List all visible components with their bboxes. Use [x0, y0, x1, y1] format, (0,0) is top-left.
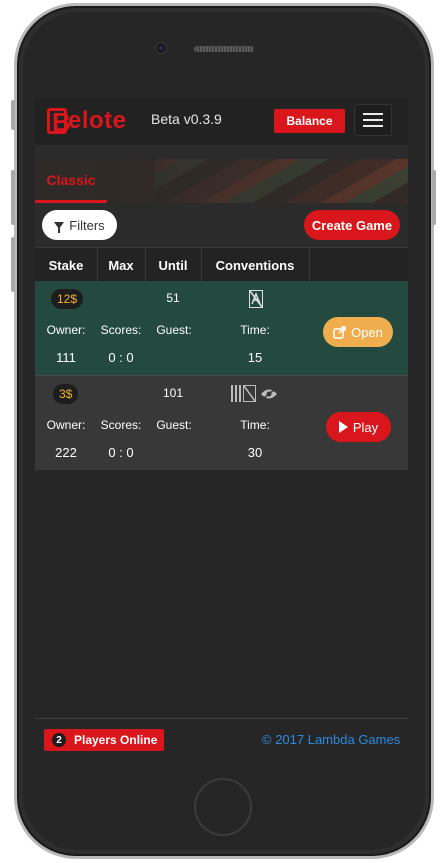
create-game-button[interactable]: Create Game — [304, 210, 400, 240]
table-header: Stake Max Until Conventions — [35, 247, 408, 282]
external-link-icon — [333, 325, 346, 339]
logo-text: elote — [68, 107, 127, 134]
until-value: 101 — [162, 386, 184, 400]
game-type-tabs: Classic — [35, 159, 408, 203]
table-row[interactable]: 3$ 101 Owner: Scores: Guest: Time: 222 0… — [35, 375, 408, 470]
filters-button[interactable]: Filters — [42, 210, 117, 240]
phone-home-button[interactable] — [194, 778, 252, 836]
version-label: Beta v0.3.9 — [151, 111, 222, 127]
menu-toggle-button[interactable] — [354, 104, 392, 136]
footer: 2 Players Online © 2017 Lambda Games — [35, 718, 408, 761]
eye-icon — [261, 388, 277, 400]
scores-label: Scores: — [100, 418, 142, 432]
phone-speaker — [194, 46, 254, 52]
logo-letter: B — [52, 107, 71, 137]
copyright-link[interactable]: © 2017 Lambda Games — [262, 732, 400, 747]
owner-value: 111 — [56, 350, 76, 365]
phone-camera — [155, 42, 167, 54]
time-value: 15 — [247, 350, 263, 365]
table-row[interactable]: 12$ 51 Owner: Scores: Guest: Time: 111 0… — [35, 281, 408, 375]
players-online-label: Players Online — [74, 733, 158, 747]
guest-label: Guest: — [156, 418, 192, 432]
header-conventions: Conventions — [215, 257, 295, 273]
logo-letter-box: B — [47, 108, 71, 136]
owner-value: 222 — [55, 445, 77, 460]
scores-label: Scores: — [100, 323, 142, 337]
play-game-button[interactable]: Play — [326, 412, 391, 442]
hamburger-icon-bar — [363, 125, 383, 127]
header-until: Until — [158, 257, 188, 273]
phone-volume-up — [11, 170, 15, 225]
open-label: Open — [351, 324, 383, 340]
open-game-button[interactable]: Open — [323, 317, 393, 347]
belote-logo[interactable]: B elote — [47, 106, 127, 136]
play-icon — [338, 421, 348, 433]
no-trump-icon — [243, 385, 256, 402]
filter-icon — [54, 221, 65, 233]
hamburger-icon-bar — [363, 113, 383, 115]
phone-side-button — [11, 100, 15, 130]
navbar: B elote Beta v0.3.9 Balance — [35, 97, 408, 145]
phone-power-button — [432, 170, 436, 225]
hamburger-icon-bar — [363, 119, 383, 121]
owner-label: Owner: — [46, 418, 86, 432]
no-trump-icon — [249, 290, 263, 308]
time-label: Time: — [240, 418, 270, 432]
owner-label: Owner: — [46, 323, 86, 337]
guest-label: Guest: — [156, 323, 192, 337]
stake-badge: 12$ — [51, 289, 84, 309]
tab-classic[interactable]: Classic — [35, 159, 107, 203]
game-list-empty-area — [35, 470, 408, 718]
scores-value: 0 : 0 — [108, 350, 134, 365]
balance-button[interactable]: Balance — [274, 109, 345, 133]
time-label: Time: — [240, 323, 270, 337]
cards-icon — [231, 385, 241, 402]
header-stake: Stake — [48, 257, 84, 273]
players-count: 2 — [52, 733, 66, 747]
time-value: 30 — [247, 445, 263, 460]
players-online-badge[interactable]: 2 Players Online — [44, 729, 164, 751]
app-screen: B elote Beta v0.3.9 Balance Classic Filt… — [35, 97, 408, 761]
phone-volume-down — [11, 237, 15, 292]
until-value: 51 — [166, 291, 180, 305]
header-max: Max — [108, 257, 134, 273]
scores-value: 0 : 0 — [108, 445, 134, 460]
stake-badge: 3$ — [53, 384, 79, 404]
filters-label: Filters — [69, 217, 105, 233]
play-label: Play — [352, 419, 379, 435]
